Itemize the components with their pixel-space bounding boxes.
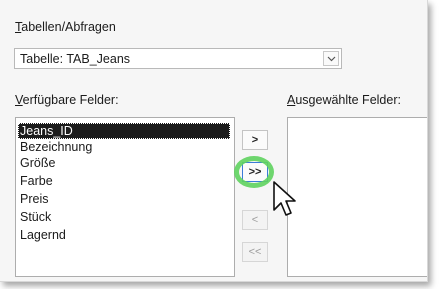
list-item-groesse[interactable]: Größe [18,155,55,171]
wizard-panel: Tabellen/Abfragen Tabelle: TAB_Jeans Ver… [0,0,428,282]
tables-queries-label: Tabellen/Abfragen [15,20,116,34]
list-item-lagernd[interactable]: Lagernd [18,227,66,243]
table-select-value: Tabelle: TAB_Jeans [20,52,131,66]
table-select-dropdown[interactable]: Tabelle: TAB_Jeans [14,48,342,69]
selected-fields-list[interactable] [287,117,427,277]
chevron-down-icon [327,56,336,62]
available-fields-list[interactable]: Jeans_ID Bezeichnung Größe Farbe Preis S… [15,117,235,277]
selected-fields-label: Ausgewählte Felder: [287,93,401,107]
remove-field-button[interactable]: < [242,210,268,230]
available-fields-label: Verfügbare Felder: [15,93,119,107]
list-item-bezeichnung[interactable]: Bezeichnung [18,139,92,155]
remove-all-fields-button[interactable]: << [242,242,268,262]
list-item-farbe[interactable]: Farbe [18,173,53,189]
mouse-pointer-icon [273,181,296,216]
highlight-ring [234,156,274,188]
dropdown-button[interactable] [323,51,339,66]
list-item-stueck[interactable]: Stück [18,209,51,225]
list-item-jeans-id[interactable]: Jeans_ID [18,123,230,139]
add-field-button[interactable]: > [242,130,268,150]
list-item-preis[interactable]: Preis [18,191,48,207]
